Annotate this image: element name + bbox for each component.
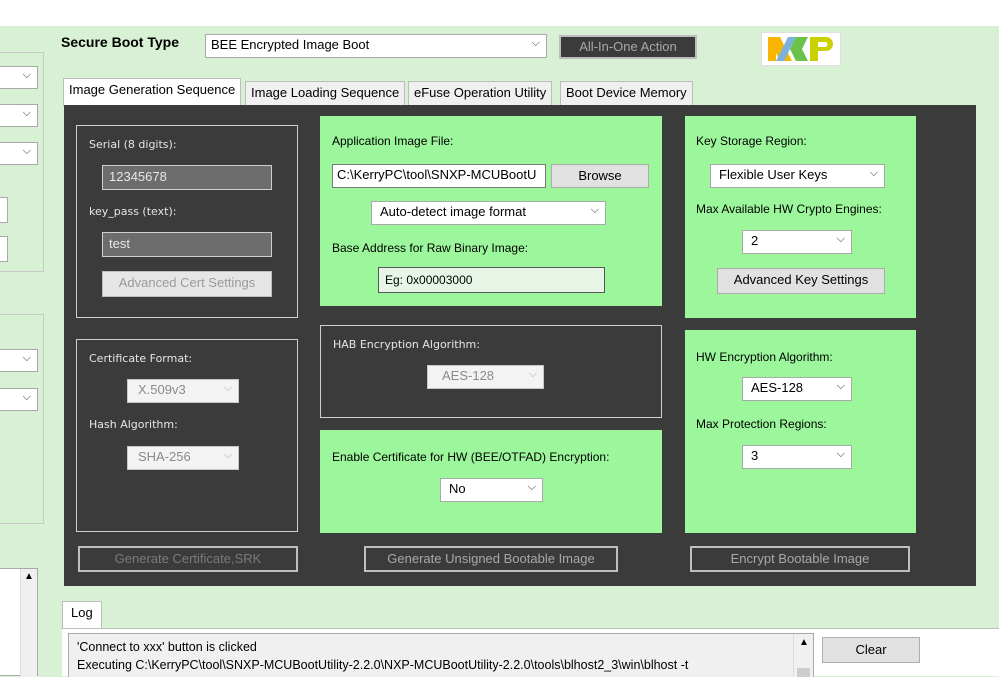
chevron-down-icon: ⌵ bbox=[531, 37, 540, 49]
generate-unsigned-bootable-image-button[interactable]: Generate Unsigned Bootable Image bbox=[364, 546, 618, 572]
scroll-up-icon[interactable]: ▲ bbox=[24, 571, 34, 582]
hash-algorithm-label: Hash Algorithm: bbox=[89, 418, 178, 431]
max-engines-label: Max Available HW Crypto Engines: bbox=[696, 202, 882, 216]
log-line-1: 'Connect to xxx' button is clicked bbox=[77, 640, 257, 654]
hab-encryption-label: HAB Encryption Algorithm: bbox=[333, 338, 480, 351]
serial-label: Serial (8 digits): bbox=[89, 138, 177, 151]
key-storage-label: Key Storage Region: bbox=[696, 134, 807, 148]
cert-format-label: Certificate Format: bbox=[89, 352, 193, 365]
enable-cert-group: Enable Certificate for HW (BEE/OTFAD) En… bbox=[320, 430, 662, 533]
cert-format-group: Certificate Format: X.509v3 ⌵ Hash Algor… bbox=[76, 339, 298, 532]
app-image-file-input[interactable]: C:\KerryPC\tool\SNXP-MCUBootU bbox=[332, 164, 546, 188]
left-group-2 bbox=[0, 314, 44, 524]
chevron-down-icon: ⌵ bbox=[836, 380, 845, 392]
chevron-down-icon: ⌵ bbox=[22, 145, 31, 157]
cert-serial-group: Serial (8 digits): 12345678 key_pass (te… bbox=[76, 125, 298, 318]
log-textbox[interactable]: 'Connect to xxx' button is clicked Execu… bbox=[68, 633, 814, 677]
chevron-down-icon: ⌵ bbox=[223, 382, 232, 394]
advanced-cert-settings-button[interactable]: Advanced Cert Settings bbox=[102, 271, 272, 297]
left-list[interactable]: ▲ bbox=[0, 568, 38, 677]
hw-encryption-group: HW Encryption Algorithm: AES-128 ⌵ Max P… bbox=[685, 330, 916, 533]
left-combo-4[interactable]: ⌵ bbox=[0, 349, 38, 372]
log-panel: 'Connect to xxx' button is clicked Execu… bbox=[62, 628, 999, 677]
hab-encryption-value: AES-128 bbox=[442, 368, 495, 383]
left-combo-1[interactable]: ⌵ bbox=[0, 66, 38, 89]
image-format-select[interactable]: Auto-detect image format ⌵ bbox=[371, 201, 606, 225]
key-storage-value: Flexible User Keys bbox=[719, 167, 828, 182]
all-in-one-action-button[interactable]: All-In-One Action bbox=[559, 35, 697, 59]
generate-certificate-srk-button[interactable]: Generate Certificate,SRK bbox=[78, 546, 298, 572]
base-address-input[interactable]: Eg: 0x00003000 bbox=[378, 267, 605, 293]
left-combo-5[interactable]: ⌵ bbox=[0, 388, 38, 411]
tab-efuse-operation-utility[interactable]: eFuse Operation Utility bbox=[408, 81, 553, 105]
chevron-down-icon: ⌵ bbox=[869, 167, 878, 179]
base-address-label: Base Address for Raw Binary Image: bbox=[332, 241, 529, 255]
chevron-down-icon: ⌵ bbox=[22, 391, 31, 403]
image-format-value: Auto-detect image format bbox=[380, 204, 526, 219]
key-storage-group: Key Storage Region: Flexible User Keys ⌵… bbox=[685, 116, 916, 318]
nxp-logo bbox=[761, 32, 841, 66]
max-protection-regions-label: Max Protection Regions: bbox=[696, 417, 827, 431]
cert-format-select[interactable]: X.509v3 ⌵ bbox=[127, 379, 239, 403]
key-storage-select[interactable]: Flexible User Keys ⌵ bbox=[710, 164, 885, 188]
keypass-input[interactable]: test bbox=[102, 232, 272, 257]
max-protection-regions-value: 3 bbox=[751, 448, 759, 463]
max-protection-regions-select[interactable]: 3 ⌵ bbox=[742, 445, 852, 469]
enable-cert-select[interactable]: No ⌵ bbox=[440, 478, 543, 502]
chevron-down-icon: ⌵ bbox=[836, 448, 845, 460]
chevron-down-icon: ⌵ bbox=[590, 204, 599, 216]
secure-boot-type-select[interactable]: BEE Encrypted Image Boot ⌵ bbox=[205, 34, 547, 58]
chevron-down-icon: ⌵ bbox=[22, 107, 31, 119]
enable-cert-label: Enable Certificate for HW (BEE/OTFAD) En… bbox=[332, 450, 610, 464]
max-engines-value: 2 bbox=[751, 233, 759, 248]
app-image-group: Application Image File: C:\KerryPC\tool\… bbox=[320, 116, 662, 306]
keypass-label: key_pass (text): bbox=[89, 205, 177, 218]
log-line-2: Executing C:\KerryPC\tool\SNXP-MCUBootUt… bbox=[77, 658, 689, 672]
tab-image-generation-sequence[interactable]: Image Generation Sequence bbox=[63, 78, 242, 106]
hash-algorithm-value: SHA-256 bbox=[138, 449, 191, 464]
cert-format-value: X.509v3 bbox=[138, 382, 186, 397]
browse-button[interactable]: Browse bbox=[551, 164, 649, 188]
tab-boot-device-memory[interactable]: Boot Device Memory bbox=[560, 81, 693, 105]
chevron-down-icon: ⌵ bbox=[528, 368, 537, 380]
hab-encryption-select[interactable]: AES-128 ⌵ bbox=[427, 365, 544, 389]
hw-encryption-algorithm-select[interactable]: AES-128 ⌵ bbox=[742, 377, 852, 401]
tab-image-loading-sequence[interactable]: Image Loading Sequence bbox=[245, 81, 406, 105]
scroll-up-icon[interactable]: ▲ bbox=[799, 637, 809, 648]
chevron-down-icon: ⌵ bbox=[22, 352, 31, 364]
hw-encryption-algorithm-value: AES-128 bbox=[751, 380, 804, 395]
left-combo-3[interactable]: ⌵ bbox=[0, 142, 38, 165]
secure-boot-type-label: Secure Boot Type bbox=[61, 34, 179, 50]
tab-log[interactable]: Log bbox=[62, 601, 102, 629]
clear-log-button[interactable]: Clear bbox=[822, 637, 920, 663]
enable-cert-value: No bbox=[449, 481, 466, 496]
chevron-down-icon: ⌵ bbox=[223, 449, 232, 461]
max-engines-select[interactable]: 2 ⌵ bbox=[742, 230, 852, 254]
chevron-down-icon: ⌵ bbox=[836, 233, 845, 245]
hab-encryption-group: HAB Encryption Algorithm: AES-128 ⌵ bbox=[320, 325, 662, 418]
left-input-1[interactable] bbox=[0, 197, 8, 223]
chevron-down-icon: ⌵ bbox=[22, 69, 31, 81]
hw-encryption-algorithm-label: HW Encryption Algorithm: bbox=[696, 350, 833, 364]
nxp-logo-graphic bbox=[768, 37, 833, 61]
image-generation-panel: Serial (8 digits): 12345678 key_pass (te… bbox=[64, 105, 976, 586]
advanced-key-settings-button[interactable]: Advanced Key Settings bbox=[717, 268, 885, 294]
left-panel: ⌵ ⌵ ⌵ ⌵ ⌵ ▲ bbox=[0, 52, 46, 677]
serial-input[interactable]: 12345678 bbox=[102, 165, 272, 190]
chevron-down-icon: ⌵ bbox=[527, 481, 536, 493]
left-input-2[interactable] bbox=[0, 236, 8, 262]
hash-algorithm-select[interactable]: SHA-256 ⌵ bbox=[127, 446, 239, 470]
window-top-band bbox=[0, 0, 999, 26]
app-image-file-label: Application Image File: bbox=[332, 134, 454, 148]
log-scrollbar[interactable]: ▲ bbox=[793, 634, 813, 677]
left-combo-2[interactable]: ⌵ bbox=[0, 104, 38, 127]
encrypt-bootable-image-button[interactable]: Encrypt Bootable Image bbox=[690, 546, 910, 572]
secure-boot-type-value: BEE Encrypted Image Boot bbox=[211, 37, 370, 52]
left-list-scrollbar[interactable]: ▲ bbox=[20, 569, 37, 677]
